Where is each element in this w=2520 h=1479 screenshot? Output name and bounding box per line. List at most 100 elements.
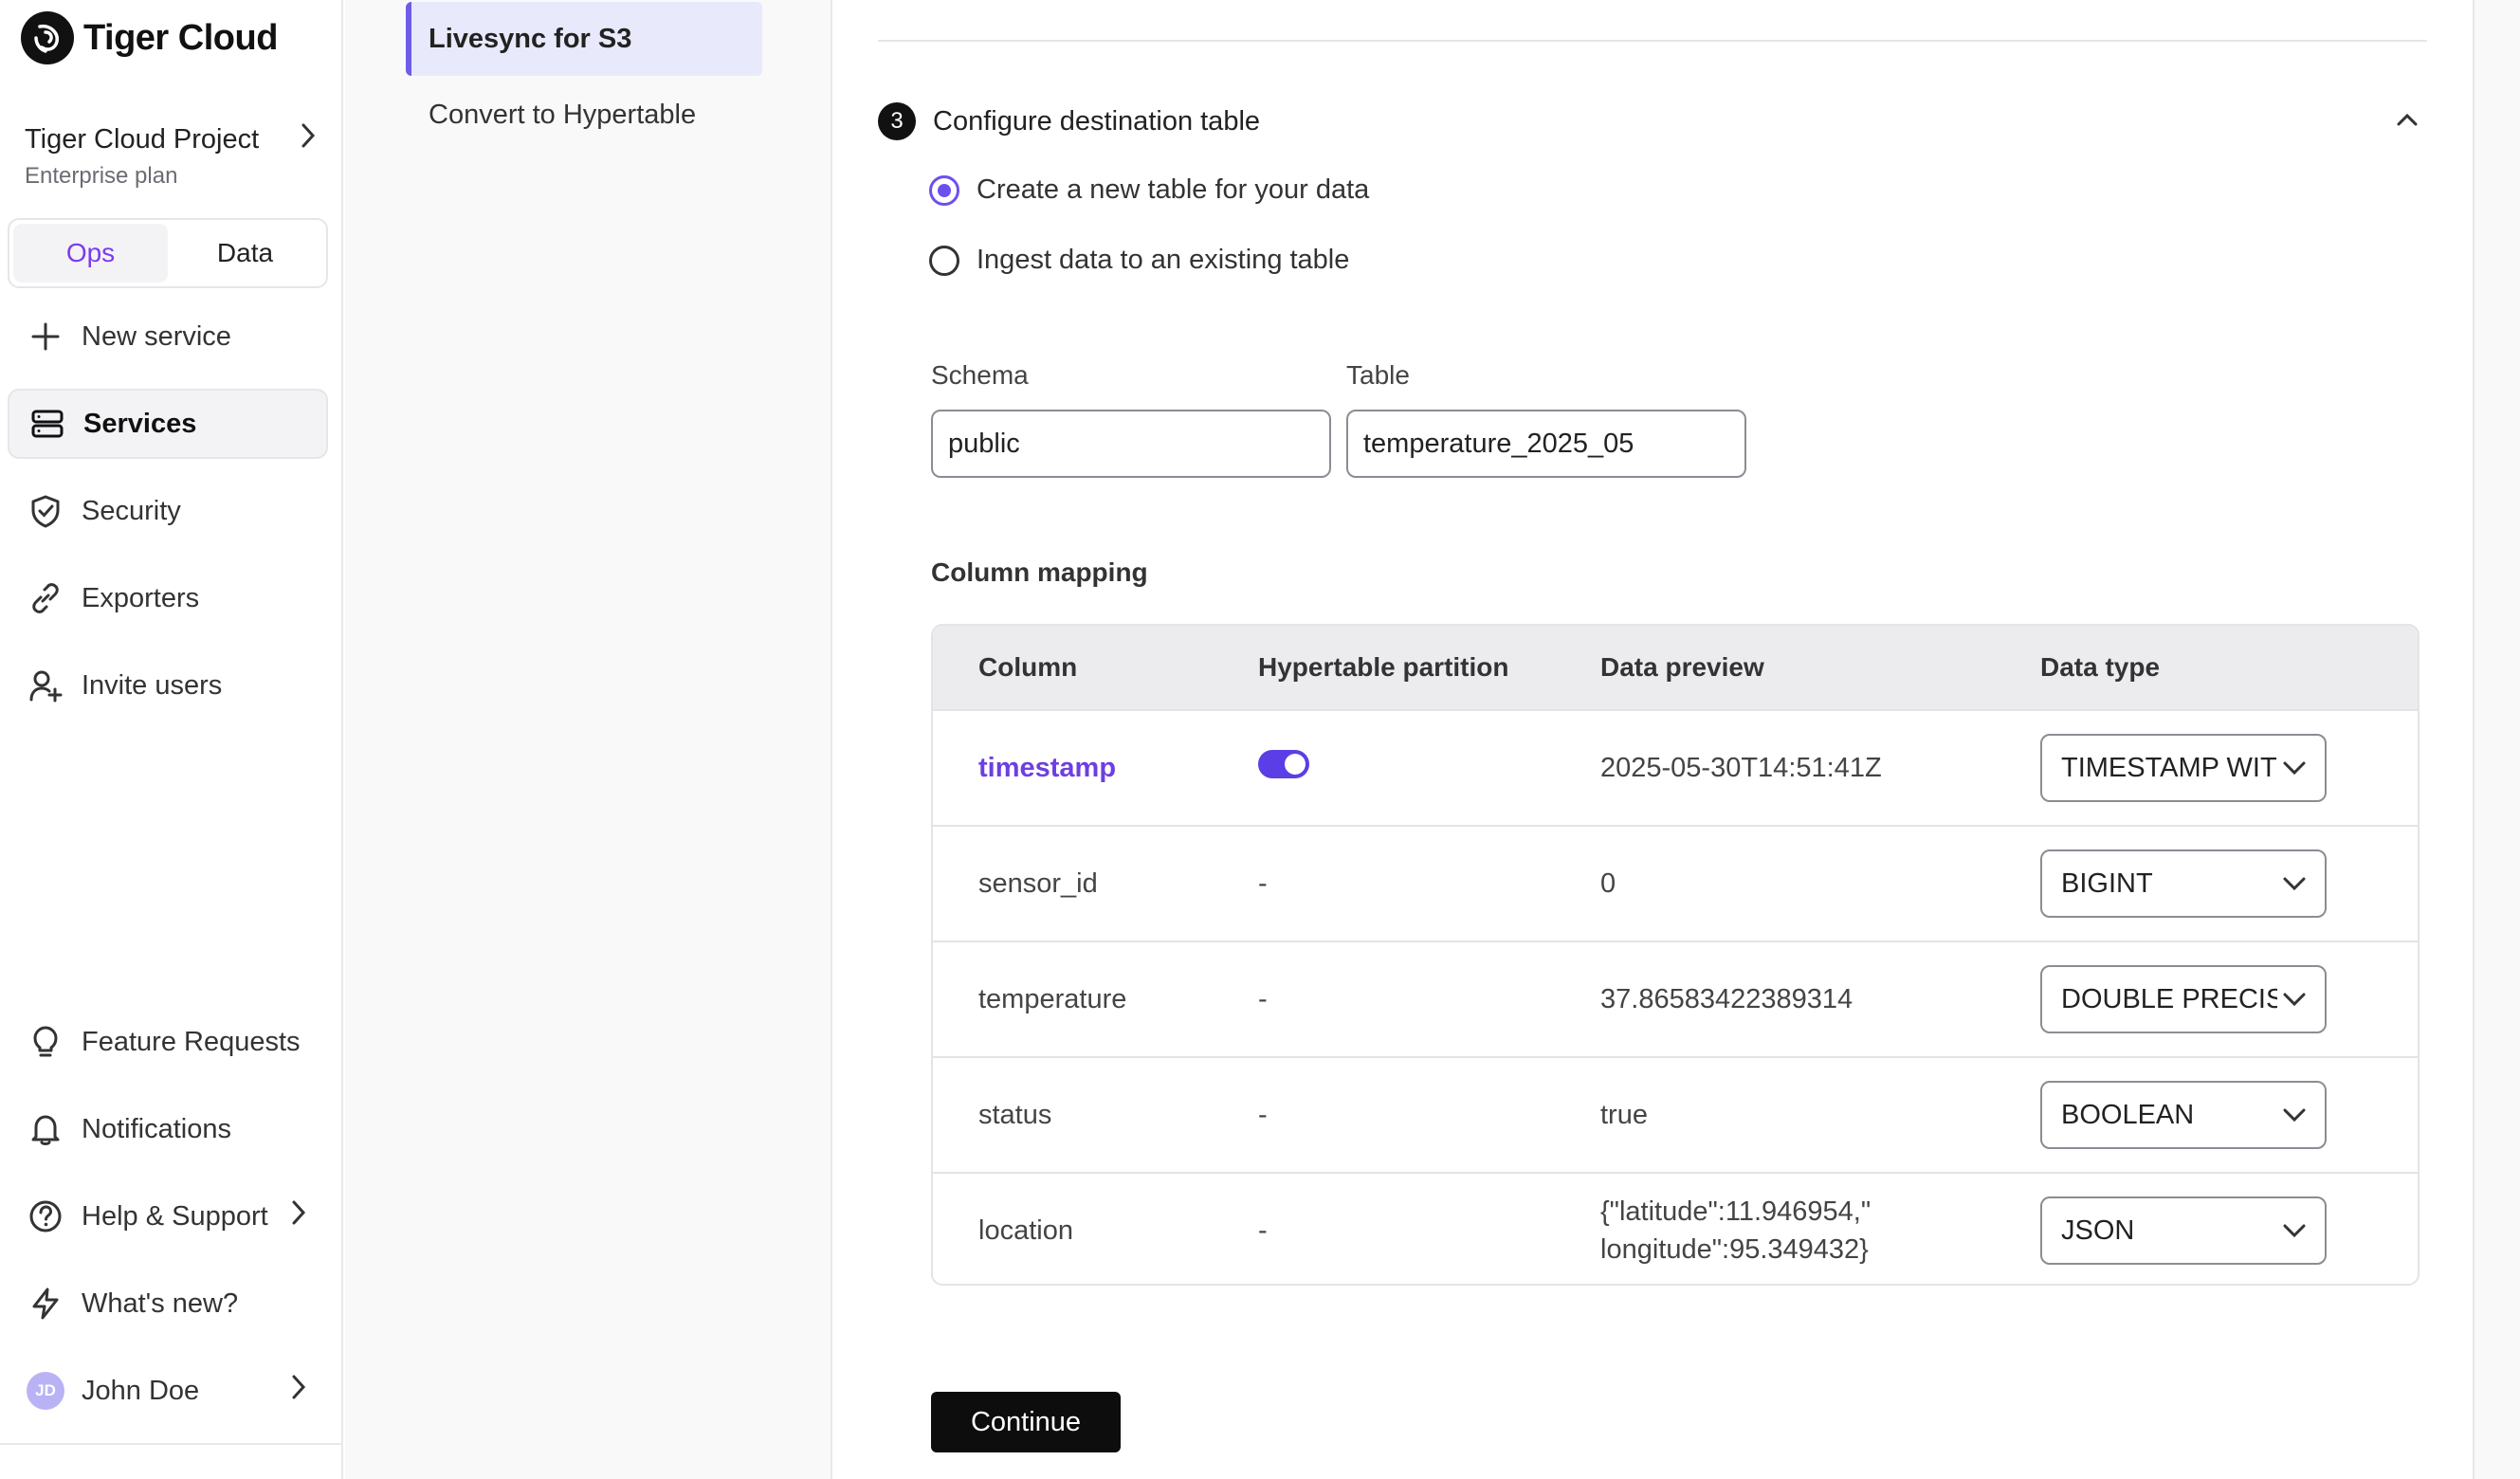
- data-preview: true: [1600, 1099, 1648, 1130]
- sidebar-item-security[interactable]: Security: [8, 476, 328, 546]
- data-type-select[interactable]: DOUBLE PRECISION: [2040, 965, 2327, 1033]
- data-type-select[interactable]: BOOLEAN: [2040, 1081, 2327, 1149]
- divider: [878, 40, 2427, 42]
- sidebar-item-feature-requests[interactable]: Feature Requests: [8, 1007, 328, 1077]
- select-value: TIMESTAMP WITH TIME ZONE: [2061, 752, 2277, 783]
- sidebar-item-label: Security: [82, 495, 181, 526]
- partition-value: -: [1258, 983, 1268, 1014]
- app: Tiger Cloud Tiger Cloud Project Enterpri…: [0, 0, 2520, 1479]
- radio-label: Ingest data to an existing table: [977, 245, 1350, 275]
- column-name: temperature: [978, 983, 1127, 1014]
- project-plan: Enterprise plan: [25, 163, 178, 189]
- sidebar-item-notifications[interactable]: Notifications: [8, 1094, 328, 1164]
- help-circle-icon: [27, 1197, 64, 1235]
- data-preview: {"latitude":11.946954," longitude":95.34…: [1600, 1193, 2040, 1269]
- schema-input[interactable]: [931, 410, 1331, 478]
- link-icon: [27, 579, 64, 617]
- subnav-item-livesync-s3[interactable]: Livesync for S3: [406, 2, 762, 76]
- partition-value: -: [1258, 1099, 1268, 1130]
- project-switcher[interactable]: Tiger Cloud Project Enterprise plan: [25, 121, 319, 190]
- chevron-down-icon: [2277, 1222, 2311, 1239]
- user-menu[interactable]: JD John Doe: [8, 1356, 328, 1426]
- sidebar-item-label: Invite users: [82, 669, 223, 701]
- chevron-right-icon: [298, 121, 319, 157]
- continue-button[interactable]: Continue: [931, 1392, 1121, 1452]
- table-row: location - {"latitude":11.946954," longi…: [933, 1172, 2418, 1284]
- data-type-select[interactable]: JSON: [2040, 1196, 2327, 1265]
- table-row: temperature - 37.86583422389314 DOUBLE P…: [933, 940, 2418, 1056]
- radio-button[interactable]: [929, 174, 959, 206]
- chevron-up-icon[interactable]: [2395, 110, 2420, 134]
- sidebar-item-label: Help & Support: [82, 1200, 268, 1232]
- table-input[interactable]: [1346, 410, 1746, 478]
- table-row: status - true BOOLEAN: [933, 1056, 2418, 1172]
- radio-button[interactable]: [929, 245, 959, 276]
- tiger-logo-icon: [21, 11, 74, 64]
- subnav-item-convert-hypertable[interactable]: Convert to Hypertable: [406, 78, 762, 152]
- lightbulb-icon: [27, 1023, 64, 1061]
- main-panel: 3 Configure destination table Create a n…: [832, 0, 2473, 1479]
- partition-value: -: [1258, 867, 1268, 899]
- sidebar-item-whats-new[interactable]: What's new?: [8, 1269, 328, 1339]
- select-value: DOUBLE PRECISION: [2061, 983, 2277, 1014]
- header-partition: Hypertable partition: [1258, 652, 1509, 682]
- project-name: Tiger Cloud Project: [25, 123, 260, 155]
- data-preview-line: longitude":95.349432}: [1600, 1234, 1869, 1265]
- column-mapping-title: Column mapping: [931, 557, 1148, 587]
- sidebar-item-label: Exporters: [82, 582, 200, 613]
- header-preview: Data preview: [1600, 652, 1764, 682]
- data-preview: 37.86583422389314: [1600, 983, 1853, 1014]
- sidebar-item-exporters[interactable]: Exporters: [8, 563, 328, 633]
- sidebar-item-label: What's new?: [82, 1287, 239, 1319]
- data-preview: 0: [1600, 867, 1616, 899]
- subnav: Livesync for S3 Convert to Hypertable: [345, 0, 832, 1479]
- column-mapping-table: Column Hypertable partition Data preview…: [931, 624, 2420, 1286]
- step-number: 3: [878, 102, 916, 140]
- chevron-down-icon: [2277, 991, 2311, 1008]
- header-column: Column: [978, 652, 1078, 682]
- column-name[interactable]: timestamp: [933, 753, 1258, 784]
- column-name: status: [978, 1099, 1052, 1130]
- table-label: Table: [1346, 360, 1410, 390]
- mode-data[interactable]: Data: [168, 224, 322, 283]
- logo[interactable]: Tiger Cloud: [21, 11, 278, 64]
- chevron-right-icon: [288, 1198, 309, 1234]
- shield-check-icon: [27, 492, 64, 530]
- table-row: timestamp 2025-05-30T14:51:41Z TIMESTAMP…: [933, 709, 2418, 825]
- chevron-down-icon: [2277, 875, 2311, 892]
- sidebar-item-label: Services: [83, 408, 197, 439]
- partition-toggle[interactable]: [1258, 750, 1309, 778]
- radio-existing-table[interactable]: Ingest data to an existing table: [929, 245, 1349, 276]
- data-type-select[interactable]: BIGINT: [2040, 849, 2327, 918]
- column-name: location: [978, 1214, 1073, 1246]
- data-type-select[interactable]: TIMESTAMP WITH TIME ZONE: [2040, 734, 2327, 802]
- step-title: Configure destination table: [933, 105, 1261, 137]
- plus-icon: [27, 318, 64, 356]
- chevron-down-icon: [2277, 759, 2311, 776]
- column-name: sensor_id: [978, 867, 1098, 899]
- sidebar-item-invite-users[interactable]: Invite users: [8, 650, 328, 721]
- avatar: JD: [27, 1372, 64, 1410]
- brand-name: Tiger Cloud: [83, 17, 278, 58]
- right-gutter: [2473, 0, 2520, 1479]
- mode-ops[interactable]: Ops: [13, 224, 168, 283]
- sidebar-item-new-service[interactable]: New service: [8, 301, 328, 372]
- user-plus-icon: [27, 666, 64, 704]
- sidebar-item-services[interactable]: Services: [8, 389, 328, 459]
- mode-switch: Ops Data: [8, 218, 328, 288]
- user-name: John Doe: [82, 1375, 200, 1406]
- header-type: Data type: [2040, 652, 2161, 682]
- divider: [0, 1443, 343, 1445]
- sidebar-item-label: New service: [82, 320, 231, 352]
- sidebar-item-help-support[interactable]: Help & Support: [8, 1181, 328, 1251]
- radio-label: Create a new table for your data: [977, 174, 1370, 205]
- chevron-right-icon: [288, 1373, 309, 1409]
- sidebar-item-label: Notifications: [82, 1113, 231, 1144]
- lightning-icon: [27, 1285, 64, 1323]
- services-icon: [28, 405, 66, 443]
- step-header[interactable]: 3 Configure destination table: [878, 102, 2427, 140]
- sidebar-item-label: Feature Requests: [82, 1026, 301, 1057]
- partition-value: -: [1258, 1214, 1268, 1246]
- select-value: BOOLEAN: [2061, 1099, 2195, 1130]
- radio-create-new-table[interactable]: Create a new table for your data: [929, 174, 1369, 206]
